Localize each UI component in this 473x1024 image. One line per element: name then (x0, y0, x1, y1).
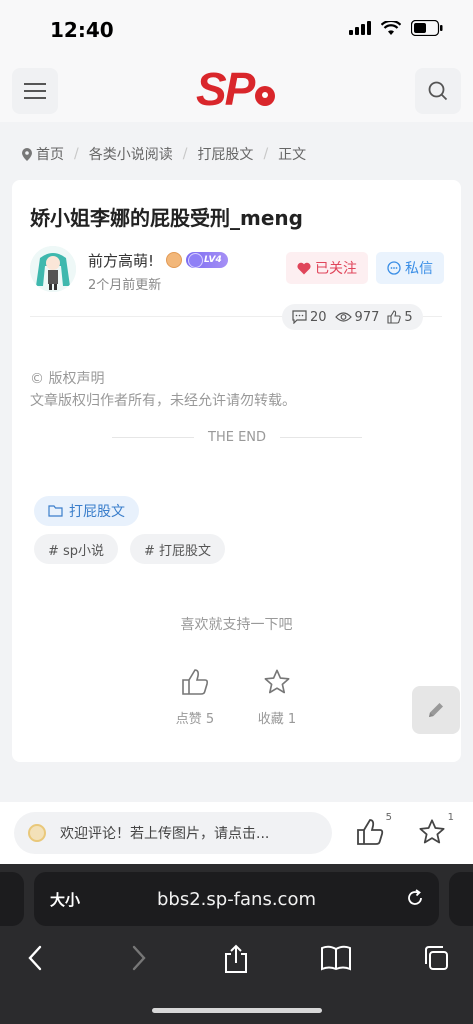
eye-icon (334, 312, 352, 322)
level-badge: LV4 (186, 252, 228, 268)
site-logo[interactable]: SP (196, 63, 276, 115)
avatar-image (30, 246, 76, 292)
status-icons (349, 20, 443, 36)
message-button[interactable]: 私信 (376, 252, 444, 284)
star-icon (264, 669, 290, 694)
battery-icon (411, 20, 443, 36)
wifi-icon (381, 20, 401, 35)
follow-label: 已关注 (315, 261, 357, 277)
bar-favorite-count: 1 (447, 812, 454, 823)
comment-count: 20 (292, 310, 327, 325)
article-card: 娇小姐李娜的屁股受刑_meng 前方高萌! LV4 2个月前更新 已关注 私信 (12, 180, 461, 762)
medal-badge-icon (166, 252, 182, 268)
folder-icon (48, 505, 63, 517)
pencil-icon (429, 703, 443, 717)
back-icon[interactable] (26, 944, 46, 972)
chat-bubble-icon (387, 261, 401, 275)
comment-icon (292, 310, 307, 324)
category-tag[interactable]: 打屁股文 (34, 496, 139, 526)
next-tab-preview[interactable] (449, 872, 473, 926)
author-avatar[interactable] (30, 246, 76, 292)
tag-spanking[interactable]: # 打屁股文 (130, 534, 226, 564)
breadcrumb-separator: / (182, 146, 188, 162)
breadcrumb-separator: / (74, 146, 79, 162)
site-header: SP (0, 60, 473, 122)
comment-input[interactable]: 欢迎评论！若上传图片，请点击... (14, 812, 332, 854)
breadcrumb-separator: / (263, 146, 269, 162)
menu-button[interactable] (12, 68, 58, 114)
search-button[interactable] (415, 68, 461, 114)
status-bar: 12:40 (0, 0, 473, 60)
support-text: 喜欢就支持一下吧 (180, 617, 293, 633)
the-end-divider: THE END (112, 430, 363, 445)
bar-favorite-button[interactable]: 1 (418, 812, 454, 850)
article-title: 娇小姐李娜的屁股受刑_meng (30, 206, 303, 230)
update-time: 2个月前更新 (88, 278, 162, 293)
previous-tab-preview[interactable] (0, 872, 24, 926)
url-text: bbs2.sp-fans.com (156, 888, 317, 910)
copyright-title: © 版权声明 (30, 371, 105, 387)
status-time: 12:40 (50, 18, 114, 42)
tag-sp-novel[interactable]: # sp小说 (34, 534, 119, 564)
heart-icon (297, 262, 311, 274)
category-label: 打屁股文 (69, 504, 125, 520)
thumbs-up-icon (182, 669, 209, 695)
tabs-icon[interactable] (422, 944, 450, 972)
address-bar[interactable]: 大小 bbs2.sp-fans.com (34, 872, 439, 926)
bar-like-button[interactable]: 5 (356, 812, 392, 850)
thumbs-up-icon (387, 310, 402, 324)
view-count: 977 (334, 310, 379, 325)
like-action-button[interactable]: 点赞 5 (170, 668, 220, 727)
follow-button[interactable]: 已关注 (286, 252, 368, 284)
favorite-action-label: 收藏 1 (257, 712, 297, 727)
bar-like-count: 5 (385, 812, 392, 823)
breadcrumb-subcategory[interactable]: 打屁股文 (197, 144, 253, 164)
hamburger-menu-icon (24, 83, 46, 99)
breadcrumb-current: 正文 (278, 147, 307, 163)
reload-icon[interactable] (405, 888, 425, 908)
copyright-text: 文章版权归作者所有，未经允许请勿转载。 (30, 393, 296, 409)
breadcrumb: 首页 / 各类小说阅读 / 打屁股文 / 正文 (22, 144, 306, 164)
like-action-label: 点赞 5 (175, 712, 215, 727)
like-count: 5 (387, 310, 413, 325)
location-pin-icon (22, 147, 32, 161)
edit-button[interactable] (412, 686, 460, 734)
favorite-action-button[interactable]: 收藏 1 (252, 668, 302, 727)
search-icon (428, 81, 448, 101)
bookmarks-icon[interactable] (320, 944, 352, 972)
author-name[interactable]: 前方高萌! (88, 250, 154, 271)
forward-icon[interactable] (128, 944, 148, 972)
the-end-label: THE END (208, 430, 267, 445)
star-icon (419, 819, 445, 844)
message-label: 私信 (405, 261, 433, 277)
home-indicator (152, 1008, 322, 1013)
article-stats: 20 977 5 (282, 304, 423, 330)
comment-bar: 欢迎评论！若上传图片，请点击... 5 1 (0, 802, 473, 864)
browser-toolbar (0, 938, 473, 978)
browser-chrome: 大小 bbs2.sp-fans.com (0, 864, 473, 1024)
cellular-signal-icon (349, 21, 371, 35)
breadcrumb-category[interactable]: 各类小说阅读 (89, 144, 173, 164)
user-avatar (28, 824, 46, 842)
share-icon[interactable] (223, 944, 249, 974)
thumbs-up-icon (357, 819, 384, 845)
breadcrumb-home[interactable]: 首页 (36, 144, 64, 164)
comment-placeholder: 欢迎评论！若上传图片，请点击... (60, 826, 270, 842)
